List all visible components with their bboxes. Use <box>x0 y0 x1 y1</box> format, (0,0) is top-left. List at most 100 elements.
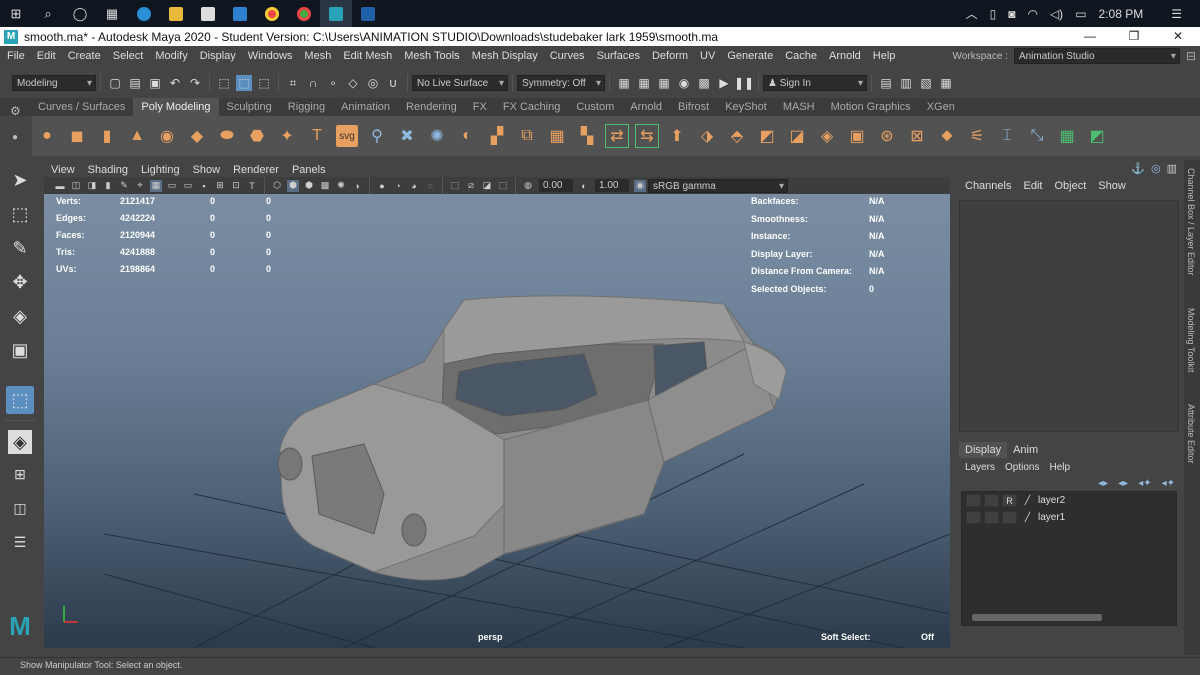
restore-button[interactable]: ❐ <box>1112 27 1156 46</box>
channel-box-menu-edit[interactable]: Edit <box>1023 180 1042 192</box>
notification-icon[interactable]: ☰ <box>1171 7 1182 21</box>
layer-color-swatch[interactable]: ╱ <box>1020 494 1035 507</box>
gate-mask-icon[interactable]: ▪ <box>198 180 210 192</box>
film-gate-icon[interactable]: ▭ <box>166 180 178 192</box>
menu-curves[interactable]: Curves <box>543 50 590 62</box>
minimize-button[interactable]: — <box>1068 27 1112 46</box>
isolate-select-icon[interactable]: ⬚ <box>449 180 461 192</box>
bridge-icon[interactable]: ⬗ <box>696 125 718 147</box>
paint-select-icon[interactable]: ✎ <box>6 234 34 262</box>
rotate-tool-icon[interactable]: ◈ <box>6 302 34 330</box>
boolean-icon[interactable]: ▚ <box>576 125 598 147</box>
grease-pencil-icon[interactable]: ✎ <box>118 180 130 192</box>
tab-motion-graphics[interactable]: Motion Graphics <box>823 98 919 116</box>
layer-visibility-toggle[interactable] <box>966 494 981 507</box>
viewport-menu-panels[interactable]: Panels <box>292 164 326 176</box>
phone-icon[interactable]: ▯ <box>990 7 997 21</box>
viewport-menu-show[interactable]: Show <box>193 164 221 176</box>
extract-icon[interactable]: ⧉ <box>516 125 538 147</box>
horizontal-scrollbar[interactable] <box>972 614 1102 621</box>
widgets-icon[interactable]: ▦ <box>96 0 128 27</box>
ipr-render-icon[interactable]: ▦ <box>656 75 672 91</box>
super-shape-icon[interactable]: ✦ <box>276 125 298 147</box>
maya-icon[interactable] <box>320 0 352 27</box>
tab-modeling-toolkit[interactable]: Modeling Toolkit <box>1186 308 1196 372</box>
menu-surfaces[interactable]: Surfaces <box>590 50 645 62</box>
separate-icon[interactable]: ▞ <box>486 125 508 147</box>
save-scene-icon[interactable]: ▣ <box>147 75 163 91</box>
attribute-editor-icon[interactable]: ▥ <box>898 75 914 91</box>
viewport-menu-shading[interactable]: Shading <box>88 164 128 176</box>
crease-icon[interactable]: ⚟ <box>966 125 988 147</box>
tab-poly-modeling[interactable]: Poly Modeling <box>133 98 219 116</box>
menu-select[interactable]: Select <box>106 50 149 62</box>
select-component-icon[interactable]: ⬚ <box>256 75 272 91</box>
tab-keyshot[interactable]: KeyShot <box>717 98 775 116</box>
two-view-icon[interactable]: ◫ <box>6 494 34 522</box>
menu-create[interactable]: Create <box>61 50 106 62</box>
layer-display-type[interactable] <box>1002 511 1017 524</box>
x-ray-joints-icon[interactable]: ◪ <box>481 180 493 192</box>
menu-cache[interactable]: Cache <box>778 50 822 62</box>
channel-box-pin-icon[interactable]: ⚓ <box>1131 162 1145 175</box>
channel-box-refresh-icon[interactable]: ◎ <box>1151 162 1161 175</box>
magnet-icon[interactable]: ∪ <box>385 75 401 91</box>
channel-box-menu-channels[interactable]: Channels <box>965 180 1011 192</box>
tab-curves-surfaces[interactable]: Curves / Surfaces <box>30 98 133 116</box>
menu-set-dropdown[interactable]: Modeling <box>12 75 96 91</box>
resolution-gate-icon[interactable]: ▭ <box>182 180 194 192</box>
poly-cylinder-icon[interactable]: ▮ <box>96 125 118 147</box>
quad-draw-icon[interactable]: ⊠ <box>906 125 928 147</box>
snap-plane-icon[interactable]: ◇ <box>345 75 361 91</box>
tab-custom[interactable]: Custom <box>568 98 622 116</box>
2d-pan-zoom-icon[interactable]: ⌖ <box>134 180 146 192</box>
layer-color-swatch[interactable]: ╱ <box>1020 511 1035 524</box>
tab-anim-layers[interactable]: Anim <box>1007 442 1044 458</box>
car-body-mesh[interactable] <box>277 295 787 581</box>
channel-box-menu-object[interactable]: Object <box>1054 180 1086 192</box>
symmetry-dropdown[interactable]: Symmetry: Off <box>517 75 605 91</box>
platonic-solid-icon[interactable]: ⬣ <box>246 125 268 147</box>
snap-surface-icon[interactable]: ◎ <box>365 75 381 91</box>
camera-attributes-icon[interactable]: ◫ <box>70 180 82 192</box>
windows-start-icon[interactable]: ⊞ <box>0 0 32 27</box>
move-layer-down-icon[interactable]: ◂▸ <box>1118 478 1128 489</box>
move-tool-icon[interactable]: ✥ <box>6 268 34 296</box>
layer-playback-toggle[interactable] <box>984 494 999 507</box>
sweep-mesh-icon[interactable]: ⚲ <box>366 125 388 147</box>
anti-aliasing-icon[interactable]: ◕ <box>408 180 420 192</box>
layer-name[interactable]: layer2 <box>1038 495 1065 506</box>
four-view-icon[interactable]: ⊞ <box>6 460 34 488</box>
channel-box-menu-show[interactable]: Show <box>1098 180 1126 192</box>
menu-mesh-display[interactable]: Mesh Display <box>465 50 543 62</box>
menu-arnold[interactable]: Arnold <box>822 50 866 62</box>
volume-icon[interactable]: ◁) <box>1050 7 1063 21</box>
panel-toggle-icon[interactable]: ⊟ <box>1186 49 1196 63</box>
layer-menu-help[interactable]: Help <box>1049 462 1070 473</box>
smooth-shade-icon[interactable]: ⬢ <box>287 179 299 192</box>
tab-attribute-editor[interactable]: Attribute Editor <box>1186 404 1196 464</box>
perspective-viewport[interactable]: Verts: 2121417 0 0 Edges: 4242224 0 0 Fa… <box>44 194 950 648</box>
field-chart-icon[interactable]: ⊞ <box>214 180 226 192</box>
mirror-cut-icon[interactable]: ⇆ <box>635 124 659 148</box>
battery-icon[interactable]: ▭ <box>1075 7 1086 21</box>
live-surface-field[interactable]: No Live Surface <box>412 75 508 91</box>
search-icon[interactable]: ⌕ <box>32 0 64 27</box>
camera-icon[interactable]: ◙ <box>1008 7 1015 21</box>
layer-name[interactable]: layer1 <box>1038 512 1065 523</box>
layer-visibility-toggle[interactable] <box>966 511 981 524</box>
render-view-icon[interactable]: ▦ <box>636 75 652 91</box>
mesh-cleanup-icon[interactable]: ✖ <box>396 125 418 147</box>
menu-edit-mesh[interactable]: Edit Mesh <box>336 50 397 62</box>
chevron-up-icon[interactable]: ︿ <box>966 5 978 22</box>
chrome-icon[interactable] <box>256 0 288 27</box>
redo-icon[interactable]: ↷ <box>187 75 203 91</box>
uv-editor-icon[interactable]: ▦ <box>1056 125 1078 147</box>
exposure-field[interactable]: 0.00 <box>539 179 573 192</box>
poly-cube-icon[interactable]: ◼ <box>66 125 88 147</box>
channel-box-icon[interactable]: ▦ <box>938 75 954 91</box>
svg-tool-icon[interactable]: svg <box>336 125 358 147</box>
extrude-icon[interactable]: ⬆ <box>666 125 688 147</box>
layer-display-type[interactable]: R <box>1002 494 1017 507</box>
wireframe-icon[interactable]: ⬡ <box>271 180 283 192</box>
